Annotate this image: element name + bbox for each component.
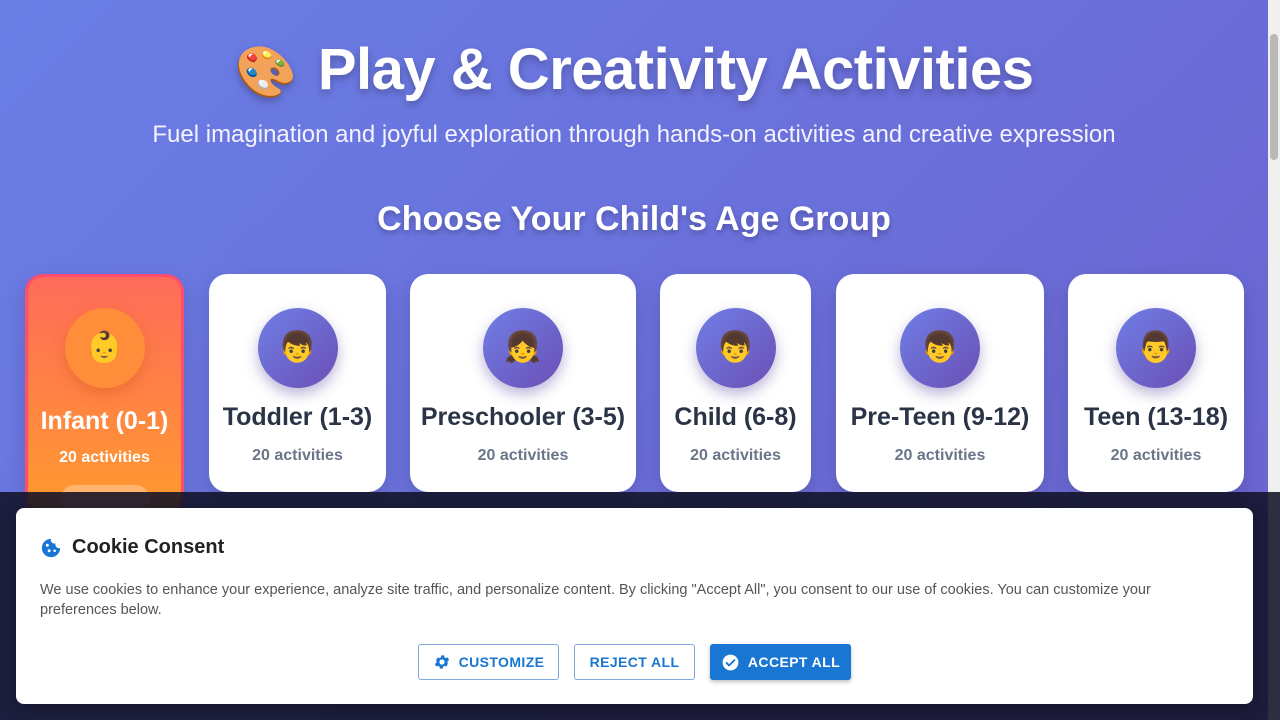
girl-icon: 👧 <box>483 308 563 388</box>
cookie-header: Cookie Consent <box>40 536 224 559</box>
age-card-count: 20 activities <box>477 447 569 464</box>
cookie-description: We use cookies to enhance your experienc… <box>40 582 1151 618</box>
age-card-infant[interactable]: 👶 Infant (0-1) 20 activities <box>25 274 184 515</box>
page-title-text: Play & Creativity Activities <box>317 37 1034 102</box>
boy-icon: 👦 <box>257 308 338 388</box>
page-subtitle: Fuel imagination and joyful exploration … <box>152 121 1116 148</box>
customize-button[interactable]: CUSTOMIZE <box>418 644 559 680</box>
baby-icon: 👶 <box>64 308 145 388</box>
age-card-preteen[interactable]: 👦 Pre-Teen (9-12) 20 activities <box>836 274 1044 492</box>
customize-label: CUSTOMIZE <box>458 654 545 670</box>
age-group-list: 👶 Infant (0-1) 20 activities 👦 Toddler (… <box>0 274 1268 515</box>
cookie-title: Cookie Consent <box>72 536 225 558</box>
man-icon: 👨 <box>1116 308 1196 388</box>
age-card-label: Preschooler (3-5) <box>420 403 626 431</box>
check-circle-icon <box>722 654 739 670</box>
age-card-label: Infant (0-1) <box>40 407 169 435</box>
age-card-count: 20 activities <box>894 447 986 464</box>
age-card-count: 20 activities <box>252 447 343 464</box>
accept-label: ACCEPT ALL <box>747 654 841 670</box>
age-card-toddler[interactable]: 👦 Toddler (1-3) 20 activities <box>209 274 386 492</box>
age-card-label: Child (6-8) <box>674 403 797 431</box>
age-card-child[interactable]: 👦 Child (6-8) 20 activities <box>660 274 811 492</box>
age-section-title: Choose Your Child's Age Group <box>377 200 891 238</box>
age-card-count: 20 activities <box>690 447 781 464</box>
cookie-icon <box>41 538 61 557</box>
cookie-consent-dialog: Cookie Consent We use cookies to enhance… <box>16 508 1253 704</box>
age-card-count: 20 activities <box>1110 447 1202 464</box>
page-title: 🎨 Play & Creativity Activities <box>0 36 1268 103</box>
reject-all-button[interactable]: REJECT ALL <box>574 644 695 680</box>
age-card-count: 20 activities <box>59 449 150 466</box>
age-card-teen[interactable]: 👨 Teen (13-18) 20 activities <box>1068 274 1244 492</box>
gear-icon <box>434 655 449 669</box>
age-card-label: Pre-Teen (9-12) <box>850 403 1030 431</box>
age-card-preschooler[interactable]: 👧 Preschooler (3-5) 20 activities <box>410 274 636 492</box>
age-card-label: Teen (13-18) <box>1083 403 1229 431</box>
reject-label: REJECT ALL <box>589 654 680 670</box>
boy-icon: 👦 <box>695 308 776 388</box>
palette-icon: 🎨 <box>234 44 297 100</box>
accept-all-button[interactable]: ACCEPT ALL <box>710 644 851 680</box>
age-card-label: Toddler (1-3) <box>222 403 373 431</box>
boy-icon: 👦 <box>900 308 980 388</box>
scrollbar-thumb[interactable] <box>1270 34 1278 160</box>
